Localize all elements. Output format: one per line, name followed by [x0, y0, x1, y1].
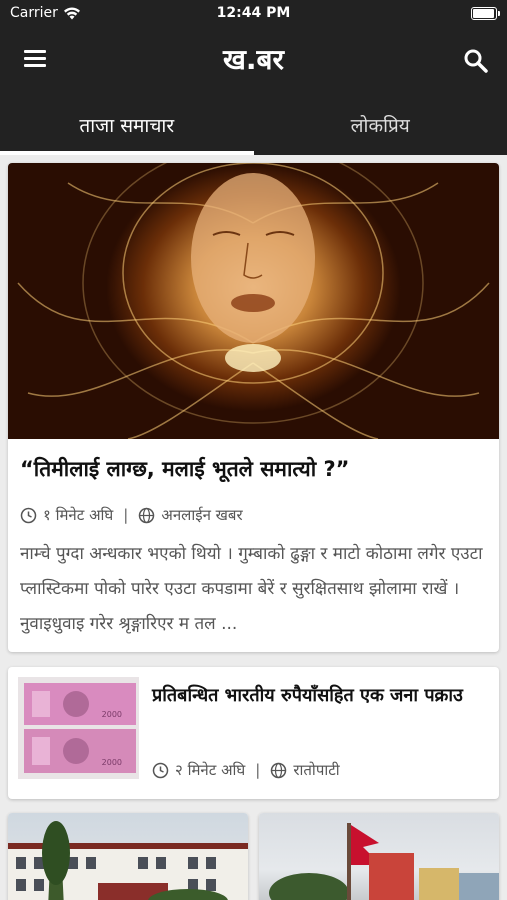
news-image	[8, 813, 248, 900]
app-title: ख.बर	[223, 43, 284, 76]
news-thumbnail: 2000 2000	[18, 677, 139, 779]
clock-icon	[152, 762, 169, 778]
svg-text:2000: 2000	[102, 710, 122, 719]
news-feed[interactable]: “तिमीलाई लाग्छ, मलाई भूतले समात्यो ?” १ …	[0, 155, 507, 900]
globe-icon	[139, 507, 155, 523]
meta-separator: |	[255, 761, 261, 779]
clock-icon	[20, 507, 37, 523]
news-headline[interactable]: प्रतिबन्धित भारतीय रुपैयाँसहित एक जना पक…	[152, 679, 485, 713]
news-image	[259, 813, 499, 900]
tab-label: लोकप्रिय	[350, 115, 410, 137]
news-meta: २ मिनेट अघि | रातोपाटी	[152, 760, 340, 780]
status-bar: Carrier 12:44 PM	[0, 0, 507, 28]
source-name: रातोपाटी	[293, 761, 340, 779]
search-button[interactable]	[461, 46, 491, 76]
app-bar: ख.बर	[0, 28, 507, 94]
featured-meta: १ मिनेट अघि | अनलाईन खबर	[20, 505, 243, 525]
svg-text:2000: 2000	[102, 758, 122, 767]
tab-bar: ताजा समाचार लोकप्रिय	[0, 94, 507, 155]
featured-news-image	[8, 163, 499, 439]
news-card-grid-right[interactable]	[259, 813, 499, 900]
clock: 12:44 PM	[216, 5, 291, 21]
globe-icon	[271, 762, 287, 778]
time-ago: २ मिनेट अघि	[175, 761, 246, 779]
meta-separator: |	[123, 506, 129, 524]
search-icon	[464, 49, 488, 73]
battery-icon	[471, 7, 500, 20]
time-ago: १ मिनेट अघि	[43, 506, 114, 524]
featured-excerpt: नाम्चे पुग्दा अन्धकार भएको थियो । गुम्बा…	[20, 544, 483, 634]
news-card[interactable]: 2000 2000 प्रतिबन्धित भारतीय रुपैयाँसहित…	[8, 667, 499, 799]
tab-latest-news[interactable]: ताजा समाचार	[0, 94, 254, 155]
featured-headline[interactable]: “तिमीलाई लाग्छ, मलाई भूतले समात्यो ?”	[20, 455, 349, 483]
source-name: अनलाईन खबर	[161, 506, 243, 524]
tab-popular[interactable]: लोकप्रिय	[254, 94, 507, 155]
tab-label: ताजा समाचार	[79, 115, 175, 137]
featured-news-card[interactable]: “तिमीलाई लाग्छ, मलाई भूतले समात्यो ?” १ …	[8, 163, 499, 652]
news-card-grid-left[interactable]	[8, 813, 248, 900]
